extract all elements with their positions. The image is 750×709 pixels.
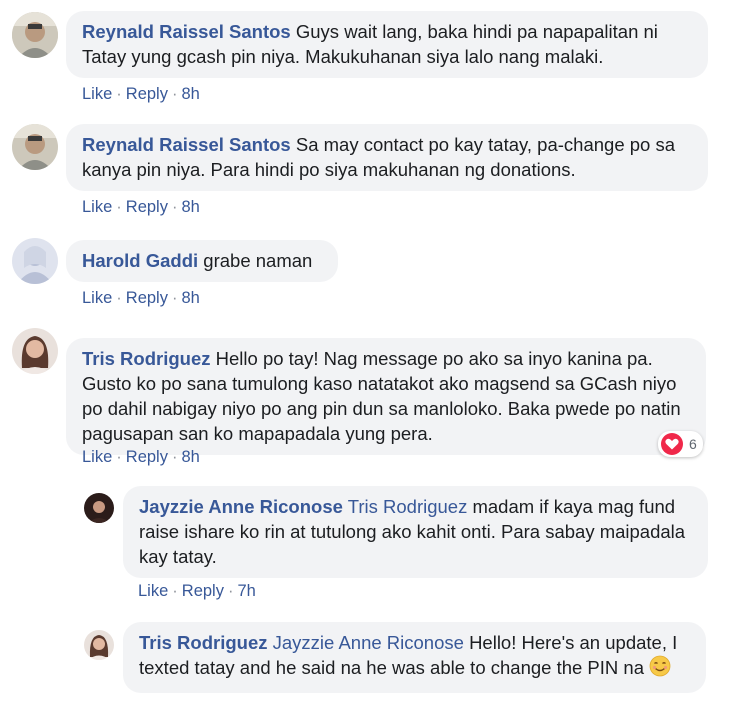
comment-author[interactable]: Reynald Raissel Santos xyxy=(82,21,291,42)
comment-time[interactable]: 8h xyxy=(181,198,199,216)
reply-author[interactable]: Jayzzie Anne Riconose xyxy=(139,496,343,517)
reply-mention[interactable]: Tris Rodriguez xyxy=(348,496,468,517)
avatar-harold[interactable] xyxy=(12,238,58,284)
reply-author[interactable]: Tris Rodriguez xyxy=(139,632,268,653)
comment-text: grabe naman xyxy=(203,250,313,271)
like-link[interactable]: Like xyxy=(82,198,112,216)
reaction-count: 6 xyxy=(689,436,697,452)
comment-actions: Like · Reply · 8h xyxy=(82,198,200,216)
comment-author[interactable]: Tris Rodriguez xyxy=(82,348,211,369)
reply-link[interactable]: Reply xyxy=(126,85,168,103)
comment-bubble: Reynald Raissel Santos Sa may contact po… xyxy=(66,124,708,191)
avatar-reynald[interactable] xyxy=(12,124,58,170)
heart-icon xyxy=(661,433,683,455)
avatar-tris[interactable] xyxy=(84,630,114,660)
comment-actions: Like · Reply · 8h xyxy=(82,289,200,307)
comment-bubble: Harold Gaddi grabe naman xyxy=(66,240,338,282)
avatar-reynald[interactable] xyxy=(12,12,58,58)
reply-actions: Like · Reply · 7h xyxy=(138,582,256,600)
like-link[interactable]: Like xyxy=(82,289,112,307)
like-link[interactable]: Like xyxy=(138,582,168,600)
comment-author[interactable]: Harold Gaddi xyxy=(82,250,198,271)
reaction-summary[interactable]: 6 xyxy=(658,431,703,457)
comment-author[interactable]: Reynald Raissel Santos xyxy=(82,134,291,155)
reply-link[interactable]: Reply xyxy=(126,448,168,466)
avatar-tris[interactable] xyxy=(12,328,58,374)
reply-bubble: Tris Rodriguez Jayzzie Anne Riconose Hel… xyxy=(123,622,706,694)
reply-link[interactable]: Reply xyxy=(182,582,224,600)
reply-mention[interactable]: Jayzzie Anne Riconose xyxy=(273,632,464,653)
comment-bubble: Tris Rodriguez Hello po tay! Nag message… xyxy=(66,338,706,455)
like-link[interactable]: Like xyxy=(82,85,112,103)
comment-time[interactable]: 8h xyxy=(181,448,199,466)
comment-time[interactable]: 8h xyxy=(181,289,199,307)
comment-actions: Like · Reply · 8h xyxy=(82,85,200,103)
comment-bubble: Reynald Raissel Santos Guys wait lang, b… xyxy=(66,11,708,78)
reply-link[interactable]: Reply xyxy=(126,289,168,307)
smiling-face-emoji xyxy=(649,655,671,683)
like-link[interactable]: Like xyxy=(82,448,112,466)
comment-actions: Like · Reply · 8h xyxy=(82,448,200,466)
reply-bubble: Jayzzie Anne Riconose Tris Rodriguez mad… xyxy=(123,486,708,578)
reply-time[interactable]: 7h xyxy=(237,582,255,600)
comment-time[interactable]: 8h xyxy=(181,85,199,103)
avatar-jayzzie[interactable] xyxy=(84,493,114,523)
reply-link[interactable]: Reply xyxy=(126,198,168,216)
